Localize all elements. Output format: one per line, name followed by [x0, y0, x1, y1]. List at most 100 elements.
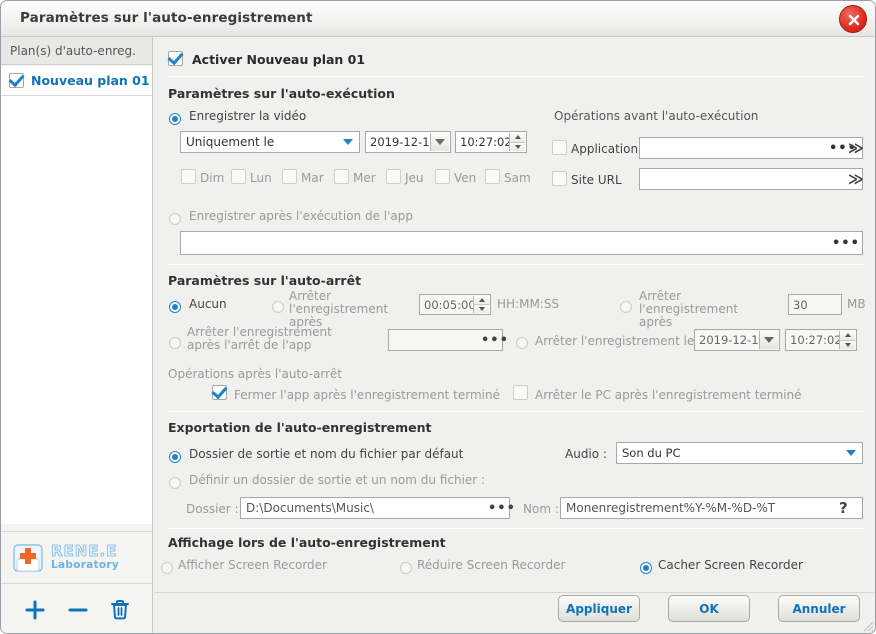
- day-checkbox-mar[interactable]: [282, 169, 297, 184]
- default-output-radio[interactable]: [169, 451, 181, 463]
- custom-output-radio[interactable]: [169, 477, 181, 489]
- caret-up-icon: [844, 333, 851, 338]
- close-icon[interactable]: [839, 5, 867, 33]
- stop-app-browse-dots-icon[interactable]: •••: [481, 333, 509, 348]
- day-checkbox-mer[interactable]: [334, 169, 349, 184]
- cancel-button[interactable]: Annuler: [778, 595, 860, 622]
- stop-after-size-radio[interactable]: [620, 301, 632, 313]
- sidebar-item-plan[interactable]: Nouveau plan 01: [1, 66, 152, 96]
- application-checkbox[interactable]: [552, 140, 567, 155]
- enable-plan-label: Activer Nouveau plan 01: [192, 52, 366, 67]
- stop-duration-field[interactable]: 00:05:00: [419, 294, 491, 315]
- day-label-jeu: Jeu: [405, 171, 424, 185]
- spinner-up[interactable]: [509, 133, 525, 143]
- trash-icon[interactable]: [109, 598, 131, 622]
- display-minimize-radio[interactable]: [400, 562, 412, 574]
- stop-time-field[interactable]: 10:27:02: [785, 329, 857, 351]
- custom-output-label: Définir un dossier de sortie et un nom d…: [189, 473, 486, 487]
- sidebar-toolbar: [1, 583, 152, 633]
- application-label: Application: [571, 142, 639, 156]
- pre-ops-title: Opérations avant l'auto-exécution: [554, 109, 759, 123]
- exec-date-dropdown-button[interactable]: [430, 133, 449, 151]
- application-expand-icon[interactable]: ≫: [848, 139, 864, 157]
- day-checkbox-sam[interactable]: [485, 169, 500, 184]
- record-after-app-radio[interactable]: [169, 213, 181, 225]
- frequency-select[interactable]: Uniquement le: [180, 131, 360, 153]
- caret-down-icon: [844, 342, 851, 347]
- day-checkbox-jeu[interactable]: [386, 169, 401, 184]
- chevron-down-icon: [764, 337, 774, 343]
- stop-size-value: 30: [793, 297, 808, 312]
- close-app-checkbox[interactable]: [212, 385, 227, 400]
- stop-time-spinner[interactable]: [839, 331, 855, 349]
- apply-button-label: Appliquer: [566, 601, 632, 616]
- stop-date-dropdown-button[interactable]: [759, 331, 778, 349]
- logo-sub: Laboratory: [51, 558, 120, 571]
- exec-time-spinner[interactable]: [509, 133, 525, 151]
- divider-3: [168, 411, 863, 412]
- stop-after-duration-radio[interactable]: [272, 301, 284, 313]
- resize-grip-icon[interactable]: [862, 620, 874, 632]
- day-checkbox-ven[interactable]: [435, 169, 450, 184]
- stop-after-size-label: Arrêter l'enregistrement après: [639, 289, 739, 329]
- spinner-down[interactable]: [473, 305, 489, 313]
- name-help-icon[interactable]: ?: [839, 499, 848, 517]
- apply-button[interactable]: Appliquer: [558, 595, 640, 622]
- spinner-down[interactable]: [839, 340, 855, 349]
- stop-at-datetime-radio[interactable]: [516, 337, 528, 349]
- day-checkbox-dim[interactable]: [181, 169, 196, 184]
- record-after-app-browse-dots-icon[interactable]: •••: [832, 236, 860, 251]
- name-input[interactable]: Monenregistrement%Y-%M-%D-%T: [560, 497, 863, 519]
- spinner-up[interactable]: [839, 331, 855, 341]
- name-label: Nom :: [523, 502, 559, 516]
- site-url-input[interactable]: [639, 168, 863, 190]
- record-video-radio[interactable]: [169, 113, 181, 125]
- plan-list-empty-area: [1, 96, 152, 524]
- shutdown-pc-checkbox[interactable]: [513, 385, 528, 400]
- display-section-title: Affichage lors de l'auto-enregistrement: [168, 535, 446, 550]
- stop-duration-spinner[interactable]: [473, 296, 489, 313]
- cancel-button-label: Annuler: [792, 601, 846, 616]
- display-show-radio[interactable]: [161, 562, 173, 574]
- record-after-app-label: Enregistrer après l'exécution de l'app: [189, 209, 413, 223]
- sidebar: Plan(s) d'auto-enreg. Nouveau plan 01 RE…: [1, 37, 153, 633]
- name-value: Monenregistrement%Y-%M-%D-%T: [566, 501, 776, 515]
- enable-plan-checkbox[interactable]: [168, 51, 183, 66]
- minus-icon[interactable]: [66, 598, 90, 622]
- add-icon[interactable]: [23, 598, 47, 622]
- site-url-checkbox[interactable]: [552, 171, 567, 186]
- record-after-app-path-input[interactable]: [180, 231, 863, 255]
- stop-none-label: Aucun: [189, 297, 227, 311]
- folder-input[interactable]: D:\Documents\Music\: [240, 497, 510, 519]
- plan-checkbox[interactable]: [9, 73, 24, 88]
- audio-select[interactable]: Son du PC: [616, 442, 863, 464]
- rene-e-disk-icon: [13, 543, 43, 572]
- stop-after-duration-label: Arrêter l'enregistrement après: [289, 289, 389, 329]
- day-label-lun: Lun: [250, 171, 272, 185]
- ok-button[interactable]: OK: [668, 595, 750, 622]
- divider-2: [168, 264, 863, 265]
- caret-down-icon: [514, 144, 521, 149]
- ok-button-label: OK: [699, 601, 719, 616]
- stop-size-field[interactable]: 30: [788, 294, 842, 315]
- day-checkbox-lun[interactable]: [231, 169, 246, 184]
- chevron-down-icon: [343, 139, 353, 145]
- exec-date-value: 2019-12-18: [370, 135, 437, 149]
- main-panel: Activer Nouveau plan 01 Paramètres sur l…: [154, 37, 875, 633]
- stop-after-app-close-radio[interactable]: [169, 337, 181, 349]
- exec-time-field[interactable]: 10:27:02: [455, 131, 527, 153]
- spinner-up[interactable]: [473, 296, 489, 305]
- folder-browse-dots-icon[interactable]: •••: [488, 501, 516, 516]
- stop-none-radio[interactable]: [169, 301, 181, 313]
- plan-label: Nouveau plan 01: [31, 73, 150, 88]
- auto-record-settings-window: Paramètres sur l'auto-enregistrement Pla…: [0, 0, 876, 634]
- spinner-down[interactable]: [509, 142, 525, 151]
- exec-date-field[interactable]: 2019-12-18: [365, 131, 451, 153]
- close-app-label: Fermer l'app après l'enregistrement term…: [234, 388, 500, 402]
- title-bar: Paramètres sur l'auto-enregistrement: [1, 1, 875, 37]
- stop-date-field[interactable]: 2019-12-18: [694, 329, 780, 351]
- divider-4: [168, 528, 863, 529]
- display-hide-radio[interactable]: [640, 562, 652, 574]
- site-url-expand-icon[interactable]: ≫: [848, 170, 864, 188]
- sidebar-header: Plan(s) d'auto-enreg.: [1, 37, 152, 65]
